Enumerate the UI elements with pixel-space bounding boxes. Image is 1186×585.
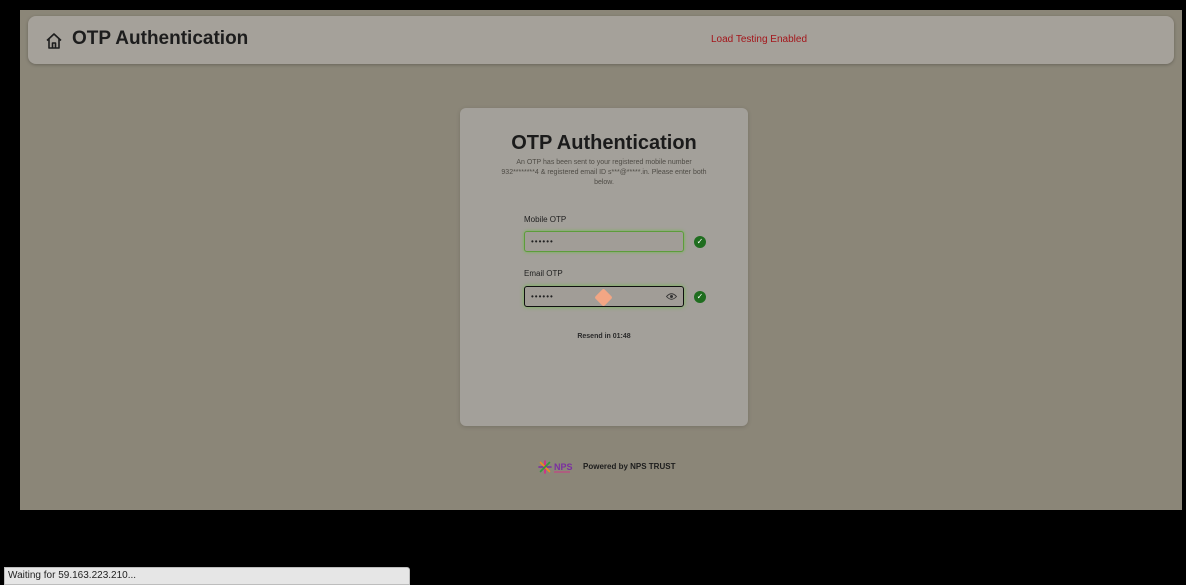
mobile-otp-input[interactable]: •••••• <box>524 231 684 252</box>
mobile-otp-label: Mobile OTP <box>524 215 567 224</box>
email-otp-label: Email OTP <box>524 269 563 278</box>
card-title: OTP Authentication <box>511 132 697 154</box>
load-testing-notice: Load Testing Enabled <box>711 34 808 45</box>
browser-status-bar: Waiting for 59.163.223.210... <box>4 567 410 585</box>
resend-timer: Resend in 01:48 <box>577 333 631 340</box>
mobile-check-icon: ✓ <box>694 236 706 248</box>
card-subtitle: An OTP has been sent to your registered … <box>501 159 707 186</box>
nps-logo: NPS <box>538 460 573 474</box>
top-header: OTP Authentication Load Testing Enabled <box>28 16 1174 64</box>
eye-icon[interactable] <box>666 292 677 301</box>
home-icon[interactable] <box>44 31 64 51</box>
email-otp-value: •••••• <box>531 292 554 301</box>
page-title: OTP Authentication <box>72 28 249 49</box>
mobile-otp-value: •••••• <box>531 237 554 246</box>
nps-logo-text: NPS <box>554 462 573 472</box>
browser-frame: OTP Authentication Load Testing Enabled … <box>0 0 1186 585</box>
email-check-icon: ✓ <box>694 291 706 303</box>
page-viewport: OTP Authentication Load Testing Enabled … <box>20 10 1182 510</box>
otp-card: OTP Authentication An OTP has been sent … <box>460 108 748 426</box>
powered-by-text: Powered by NPS TRUST <box>583 462 676 471</box>
